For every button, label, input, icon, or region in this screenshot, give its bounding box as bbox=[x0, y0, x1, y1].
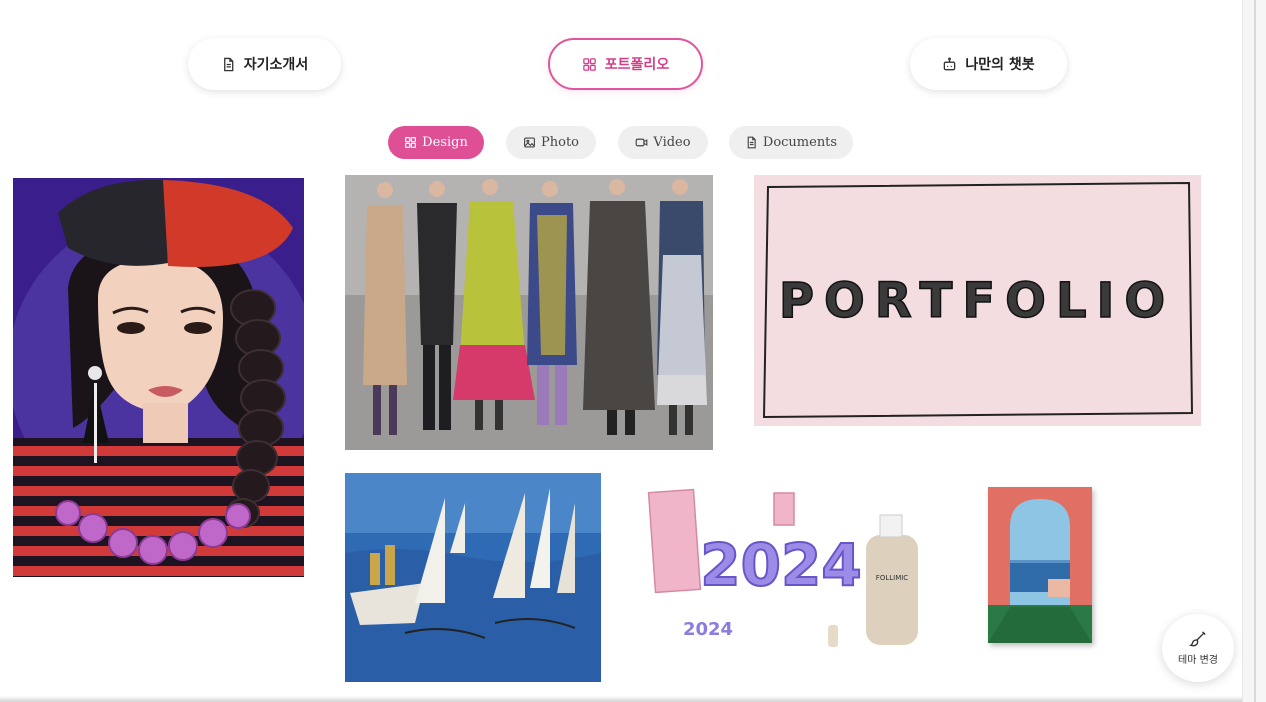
gallery-item-portfolio-text[interactable]: PORTFOLIO bbox=[754, 175, 1201, 426]
gallery-item-window-seascape[interactable] bbox=[988, 487, 1092, 643]
portrait-illustration-image bbox=[13, 178, 304, 577]
theme-change-label: 테마 변경 bbox=[1178, 655, 1218, 666]
gallery-item-2024-art[interactable]: 2024 2024 FOLLIMIC bbox=[646, 485, 926, 653]
theme-change-button[interactable]: 테마 변경 bbox=[1162, 614, 1234, 682]
gallery-item-portrait-illustration[interactable] bbox=[13, 178, 304, 577]
filter-design[interactable]: Design bbox=[388, 126, 484, 159]
fashion-sketches-image bbox=[345, 175, 713, 450]
grid-icon bbox=[405, 137, 417, 148]
tab-self-introduction[interactable]: 자기소개서 bbox=[188, 38, 341, 90]
portfolio-page: 자기소개서 포트폴리오 나만의 챗봇 Design Photo Video Do… bbox=[0, 0, 1266, 702]
bottom-shadow bbox=[0, 696, 1242, 702]
document-icon bbox=[223, 57, 234, 71]
tab-portfolio[interactable]: 포트폴리오 bbox=[548, 38, 703, 90]
portfolio-text-image: PORTFOLIO bbox=[754, 175, 1201, 426]
filter-design-label: Design bbox=[422, 135, 468, 150]
filter-video[interactable]: Video bbox=[618, 126, 708, 159]
grid-icon bbox=[583, 57, 596, 71]
filter-photo[interactable]: Photo bbox=[506, 126, 596, 159]
filter-video-label: Video bbox=[653, 135, 691, 150]
filter-documents-label: Documents bbox=[762, 135, 838, 150]
scrollbar-thumb[interactable] bbox=[1254, 0, 1256, 702]
paintbrush-icon bbox=[1189, 631, 1206, 647]
tab-my-chatbot-label: 나만의 챗봇 bbox=[965, 57, 1035, 73]
svg-text:2024: 2024 bbox=[683, 619, 733, 640]
art-2024-image: 2024 2024 FOLLIMIC bbox=[646, 485, 926, 653]
gallery-item-sailboats[interactable] bbox=[345, 473, 601, 682]
portfolio-art-text: PORTFOLIO bbox=[779, 273, 1175, 329]
bot-icon bbox=[944, 56, 956, 70]
bottle-label: FOLLIMIC bbox=[876, 574, 909, 582]
tab-portfolio-label: 포트폴리오 bbox=[604, 57, 670, 73]
window-seascape-image bbox=[988, 487, 1092, 643]
document-icon bbox=[747, 136, 756, 149]
filter-documents[interactable]: Documents bbox=[729, 126, 853, 159]
video-icon bbox=[636, 138, 648, 147]
filter-photo-label: Photo bbox=[541, 135, 579, 150]
image-icon bbox=[524, 137, 535, 148]
art-2024-text: 2024 bbox=[700, 531, 861, 599]
gallery-item-fashion-sketches[interactable] bbox=[345, 175, 713, 450]
sailboats-painting-image bbox=[345, 473, 601, 682]
tab-self-introduction-label: 자기소개서 bbox=[243, 57, 309, 73]
tab-my-chatbot[interactable]: 나만의 챗봇 bbox=[910, 38, 1067, 90]
